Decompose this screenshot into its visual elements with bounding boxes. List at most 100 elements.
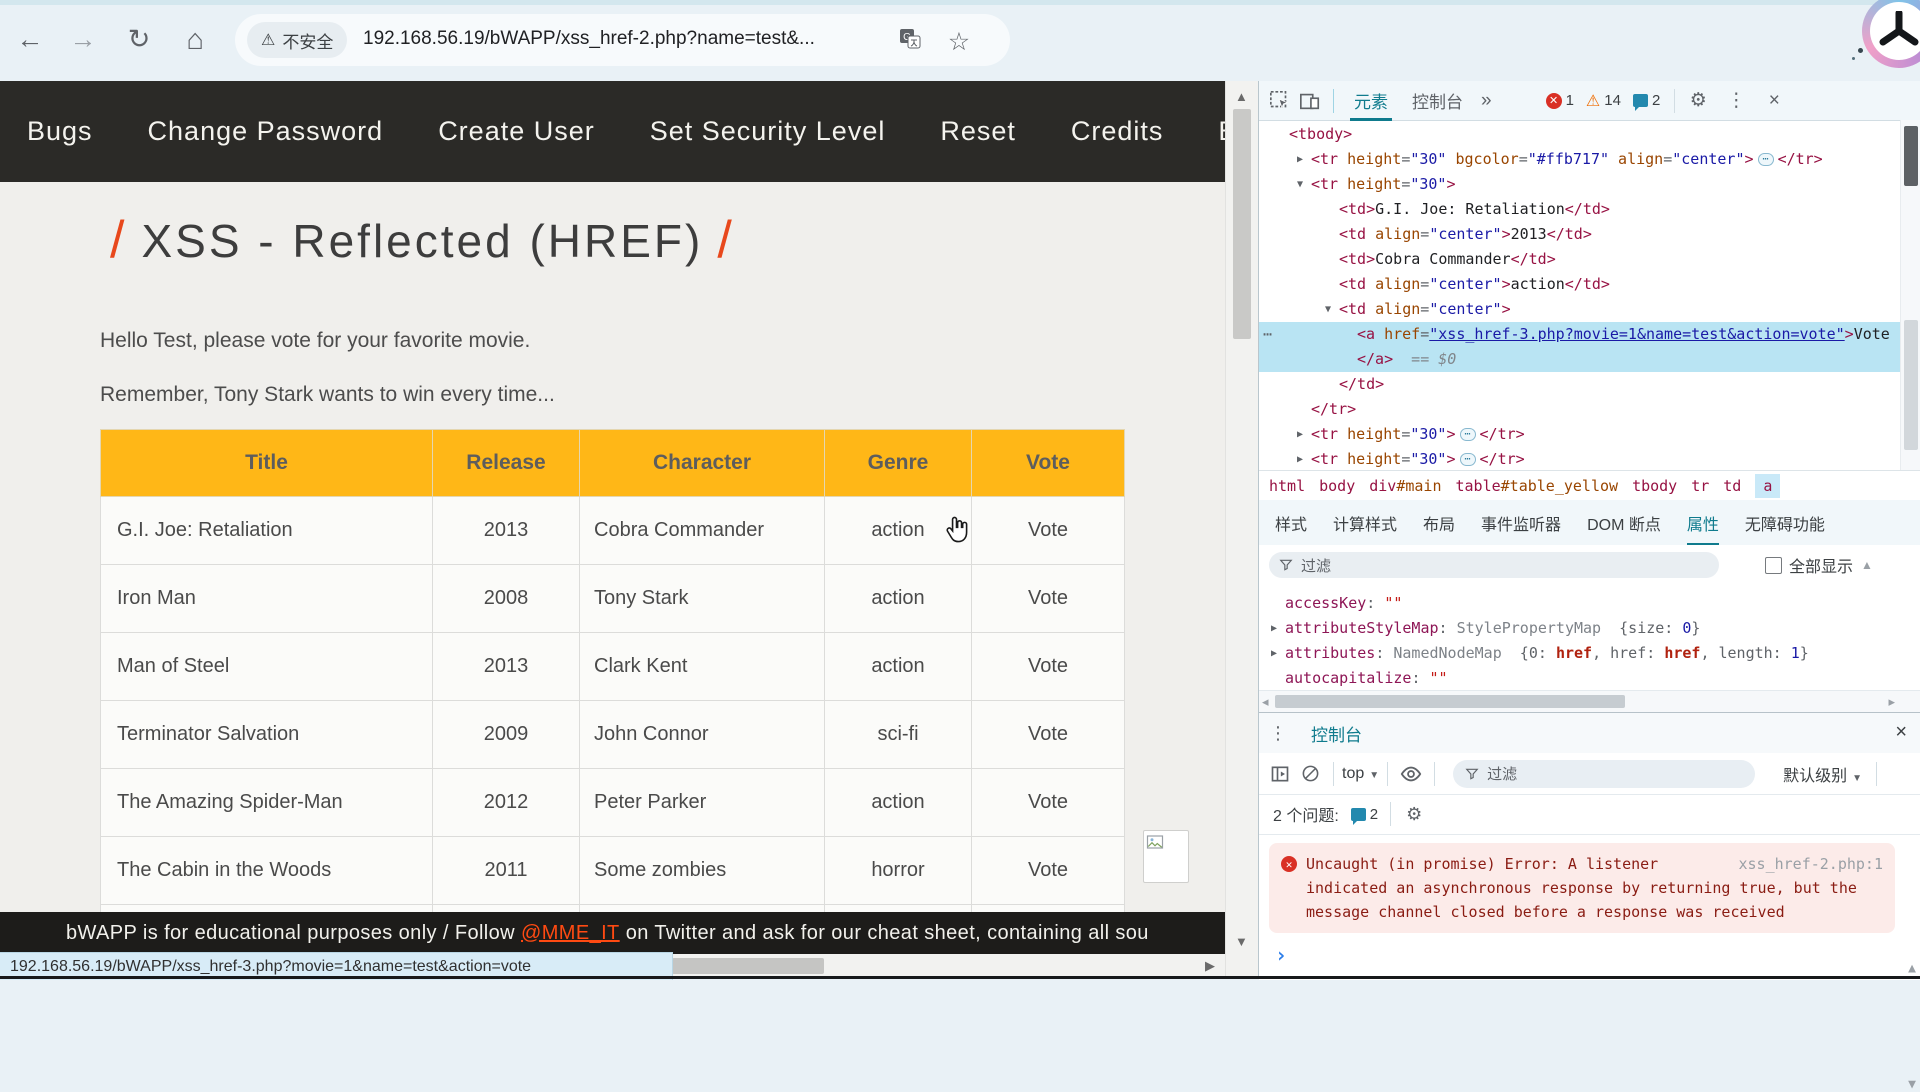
drawer-menu-icon[interactable]: ⋮ [1263, 720, 1293, 746]
line-tbody[interactable]: <tbody> [1259, 122, 1901, 147]
disclosure-arrow-icon[interactable]: ▶ [1297, 447, 1311, 472]
address-bar[interactable]: ⚠ 不安全 192.168.56.19/bWAPP/xss_href-2.php… [235, 14, 1010, 66]
prop-attributestylemap[interactable]: ▶attributeStyleMap: StylePropertyMap {si… [1259, 616, 1899, 641]
footer-twitter-link[interactable]: @MME_IT [521, 922, 620, 945]
line-td-vote-open[interactable]: ▼<td align="center"> [1259, 297, 1901, 322]
disclosure-arrow-icon[interactable]: ▶ [1271, 641, 1285, 666]
prop-attributes[interactable]: ▶attributes: NamedNodeMap {0: href, href… [1259, 641, 1899, 666]
reload-icon[interactable]: ↻ [122, 24, 156, 55]
url-text[interactable]: 192.168.56.19/bWAPP/xss_href-2.php?name=… [363, 28, 815, 50]
home-icon[interactable]: ⌂ [178, 24, 212, 57]
breadcrumb-item-table[interactable]: table#table_yellow [1456, 477, 1619, 495]
sidebar-tab-computed[interactable]: 计算样式 [1333, 500, 1397, 546]
properties-horizontal-scrollbar[interactable]: ◂ ▸ [1259, 690, 1920, 713]
props-scroll-right-arrow[interactable]: ▸ [1888, 694, 1895, 710]
breadcrumb-item-body[interactable]: body [1319, 477, 1355, 495]
show-all-checkbox[interactable] [1765, 557, 1782, 574]
disclosure-arrow-icon[interactable]: ▶ [1297, 147, 1311, 172]
breadcrumb-item-tbody[interactable]: tbody [1632, 477, 1677, 495]
line-td-title[interactable]: <td>G.I. Joe: Retaliation</td> [1259, 197, 1901, 222]
vertical-scroll-thumb[interactable] [1233, 109, 1251, 339]
warning-count-badge[interactable]: ⚠ 14 [1586, 91, 1621, 111]
issues-settings-gear-icon[interactable]: ⚙ [1399, 801, 1429, 827]
tab-console[interactable]: 控制台 [1400, 81, 1475, 120]
settings-gear-icon[interactable]: ⚙ [1683, 88, 1713, 114]
vote-link[interactable]: Vote [1028, 723, 1068, 745]
page-vertical-scrollbar[interactable]: ▲ ▼ [1225, 81, 1259, 979]
nav-item-set-security-level[interactable]: Set Security Level [650, 116, 886, 147]
vote-link[interactable]: Vote [1028, 791, 1068, 813]
error-source-link[interactable]: xss_href-2.php:1 [1739, 852, 1884, 876]
sidebar-tab-event-listeners[interactable]: 事件监听器 [1481, 500, 1561, 546]
device-toolbar-icon[interactable] [1295, 88, 1325, 114]
more-tabs-icon[interactable]: » [1475, 88, 1498, 114]
console-filter-input[interactable]: 过滤 [1453, 760, 1755, 788]
scroll-right-arrow[interactable]: ▶ [1205, 958, 1215, 974]
props-scroll-left-arrow[interactable]: ◂ [1262, 694, 1269, 710]
elements-scrollbar[interactable] [1900, 120, 1920, 470]
console-scroll-down-arrow[interactable]: ▼ [1908, 1077, 1916, 1092]
sidebar-tab-accessibility[interactable]: 无障碍功能 [1745, 500, 1825, 546]
vote-link[interactable]: Vote [1028, 519, 1068, 541]
disclosure-arrow-icon[interactable]: ▶ [1271, 616, 1285, 641]
security-chip[interactable]: ⚠ 不安全 [247, 22, 347, 58]
breadcrumb-item-div[interactable]: div#main [1369, 477, 1441, 495]
line-tr-collapsed-3[interactable]: ▶<tr height="30">⋯</tr> [1259, 447, 1901, 472]
prop-autocapitalize[interactable]: autocapitalize: "" [1259, 666, 1899, 691]
elements-scroll-thumb-secondary[interactable] [1904, 320, 1918, 450]
breadcrumb-item-td[interactable]: td [1723, 477, 1741, 495]
tab-elements[interactable]: 元素 [1342, 81, 1400, 120]
line-tr-header[interactable]: ▶<tr height="30" bgcolor="#ffb717" align… [1259, 147, 1901, 172]
translate-icon[interactable]: G [898, 27, 924, 53]
nav-item-reset[interactable]: Reset [940, 116, 1016, 147]
bookmark-star-icon[interactable]: ☆ [946, 27, 972, 53]
sidebar-scroll-up-arrow[interactable]: ▲ [1861, 558, 1873, 572]
nav-item-change-password[interactable]: Change Password [148, 116, 384, 147]
properties-filter-input[interactable]: 过滤 [1269, 552, 1719, 578]
sidebar-tab-dom-breakpoints[interactable]: DOM 断点 [1587, 500, 1661, 546]
nav-item-create-user[interactable]: Create User [438, 116, 595, 147]
vote-link[interactable]: Vote [1028, 859, 1068, 881]
breadcrumb-item-html[interactable]: html [1269, 477, 1305, 495]
nav-item-bugs[interactable]: Bugs [27, 116, 93, 147]
scroll-down-arrow[interactable]: ▼ [1235, 934, 1248, 949]
scroll-up-arrow[interactable]: ▲ [1235, 89, 1248, 104]
disclosure-arrow-icon[interactable]: ▼ [1325, 297, 1339, 322]
line-td-character[interactable]: <td>Cobra Commander</td> [1259, 247, 1901, 272]
sidebar-tab-styles[interactable]: 样式 [1275, 500, 1307, 546]
line-td-year[interactable]: <td align="center">2013</td> [1259, 222, 1901, 247]
console-scroll-up-arrow[interactable]: ▲ [1908, 961, 1916, 976]
line-tr-close[interactable]: </tr> [1259, 397, 1901, 422]
vote-link[interactable]: Vote [1028, 587, 1068, 609]
clear-console-icon[interactable] [1295, 761, 1325, 787]
message-count-badge[interactable]: 2 [1633, 92, 1660, 109]
line-a-vote-selected[interactable]: ⋯<a href="xss_href-3.php?movie=1&name=te… [1259, 322, 1901, 372]
breadcrumb-item-a[interactable]: a [1755, 474, 1780, 498]
profile-avatar[interactable] [1862, 0, 1920, 68]
disclosure-arrow-icon[interactable]: ▶ [1297, 422, 1311, 447]
error-count-badge[interactable]: ✕ 1 [1546, 92, 1574, 109]
console-drawer-tab[interactable]: 控制台 [1307, 712, 1366, 755]
back-icon[interactable]: ← [13, 24, 47, 55]
disclosure-arrow-icon[interactable]: ▼ [1297, 172, 1311, 197]
prop-accesskey[interactable]: accessKey: "" [1259, 591, 1899, 616]
line-tr-collapsed-2[interactable]: ▶<tr height="30">⋯</tr> [1259, 422, 1901, 447]
line-td-genre[interactable]: <td align="center">action</td> [1259, 272, 1901, 297]
props-scroll-thumb[interactable] [1275, 695, 1625, 708]
live-expression-eye-icon[interactable] [1396, 761, 1426, 787]
vote-link[interactable]: Vote [1028, 655, 1068, 677]
console-prompt-chevron[interactable]: › [1275, 943, 1920, 967]
breadcrumb-item-tr[interactable]: tr [1691, 477, 1709, 495]
line-tr-open[interactable]: ▼<tr height="30"> [1259, 172, 1901, 197]
log-levels-dropdown[interactable]: 默认级别▼ [1783, 762, 1862, 786]
forward-icon[interactable]: → [66, 24, 100, 55]
nav-item-credits[interactable]: Credits [1071, 116, 1164, 147]
inspect-element-icon[interactable] [1265, 88, 1295, 114]
issues-badge[interactable]: 2 [1351, 806, 1378, 823]
sidebar-tab-layout[interactable]: 布局 [1423, 500, 1455, 546]
devtools-menu-icon[interactable]: ⋮ [1721, 88, 1751, 114]
console-error-entry[interactable]: ✕ xss_href-2.php:1 Uncaught (in promise)… [1269, 843, 1895, 933]
console-close-icon[interactable]: × [1895, 721, 1907, 744]
line-td-close[interactable]: </td> [1259, 372, 1901, 397]
console-sidebar-icon[interactable] [1265, 761, 1295, 787]
